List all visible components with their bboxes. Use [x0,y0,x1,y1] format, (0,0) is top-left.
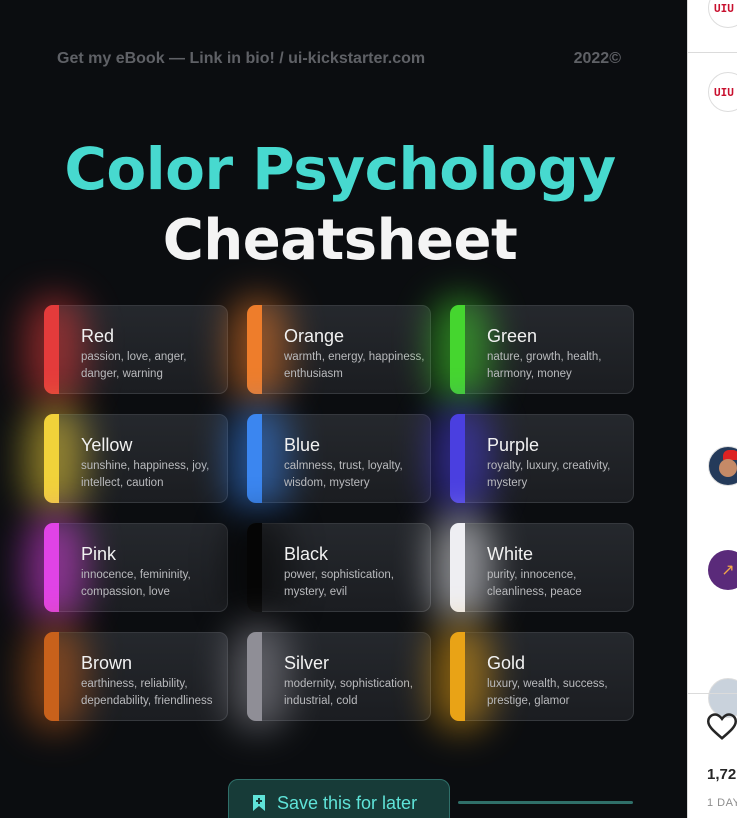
color-description: modernity, sophistication, industrial, c… [284,678,413,707]
color-swatch-bar [450,632,465,721]
color-name: Black [284,544,329,564]
color-description: innocence, femininity, compassion, love [81,569,191,598]
color-name: Yellow [81,435,133,455]
color-card-silver: Silver modernity, sophistication, industr… [228,623,431,731]
color-swatch-bar [44,523,59,612]
heart-icon[interactable] [707,712,737,742]
avatar[interactable]: ↗ [708,550,737,590]
color-card-pink: Pink innocence, femininity, compassion, l… [25,514,228,622]
color-name: Blue [284,435,321,455]
divider [688,52,737,53]
color-description: passion, love, anger, danger, warning [81,351,187,380]
ebook-link-text: Get my eBook — Link in bio! / ui-kicksta… [57,50,426,67]
color-description: luxury, wealth, success, prestige, glamo… [487,678,608,707]
color-card-purple: Purple royalty, luxury, creativity, myste… [431,405,634,513]
face-icon [719,459,737,477]
color-description: earthiness, reliability, dependability, … [81,678,213,707]
color-description: sunshine, happiness, joy, intellect, cau… [81,460,210,489]
color-swatch-bar [247,305,262,394]
color-swatch-bar [450,305,465,394]
copyright-year: 2022© [573,50,621,67]
likes-count[interactable]: 1,72 [707,766,736,783]
color-name: Pink [81,544,117,564]
color-name: White [487,544,534,564]
save-for-later-button[interactable]: Save this for later [228,779,450,818]
color-name: Brown [81,653,133,673]
avatar[interactable]: UIU [708,0,737,28]
title-line-1: Color Psychology [64,135,616,203]
color-card-brown: Brown earthiness, reliability, dependabil… [25,623,228,731]
color-card-yellow: Yellow sunshine, happiness, joy, intellec… [25,405,228,513]
color-name: Green [487,326,538,346]
divider [688,693,737,694]
color-card-gold: Gold luxury, wealth, success, prestige, g… [431,623,634,731]
color-swatch-bar [247,632,262,721]
color-name: Gold [487,653,526,673]
color-swatch-bar [44,632,59,721]
color-card-grid: Red passion, love, anger, danger, warning… [25,296,634,731]
color-description: calmness, trust, loyalty, wisdom, myster… [284,460,403,489]
color-name: Silver [284,653,330,673]
color-swatch-bar [450,414,465,503]
color-description: royalty, luxury, creativity, mystery [487,460,611,489]
color-card-red: Red passion, love, anger, danger, warning [25,296,228,404]
avatar[interactable] [708,446,737,486]
color-card-orange: Orange warmth, energy, happiness, enthusi… [228,296,431,404]
color-name: Red [81,326,115,346]
color-swatch-bar [450,523,465,612]
color-swatch-bar [247,523,262,612]
save-label: Save this for later [277,792,418,813]
color-card-green: Green nature, growth, health, harmony, mo… [431,296,634,404]
color-description: purity, innocence, cleanliness, peace [487,569,582,598]
save-underline [458,801,633,804]
comments-sidebar: UIU UIU ↗ [687,0,737,818]
color-card-white: White purity, innocence, cleanliness, pea… [431,514,634,622]
color-card-blue: Blue calmness, trust, loyalty, wisdom, my… [228,405,431,513]
color-name: Purple [487,435,540,455]
bookmark-icon [253,795,265,811]
color-description: power, sophistication, mystery, evil [284,569,394,598]
logo-icon: UIU [714,1,734,15]
title-line-2: Cheatsheet [162,208,518,273]
color-description: warmth, energy, happiness, enthusiasm [284,351,425,380]
avatar[interactable]: UIU [708,72,737,112]
logo-icon: UIU [714,85,734,99]
color-description: nature, growth, health, harmony, money [487,351,602,380]
external-link-icon: ↗ [721,562,735,579]
color-swatch-bar [44,305,59,394]
color-name: Orange [284,326,345,346]
post-image: Get my eBook — Link in bio! / ui-kicksta… [0,0,687,818]
post-header: Get my eBook — Link in bio! / ui-kicksta… [57,50,621,68]
color-card-black: Black power, sophistication, mystery, evi… [228,514,431,622]
post-age: 1 DAY [707,797,737,809]
color-swatch-bar [247,414,262,503]
color-swatch-bar [44,414,59,503]
